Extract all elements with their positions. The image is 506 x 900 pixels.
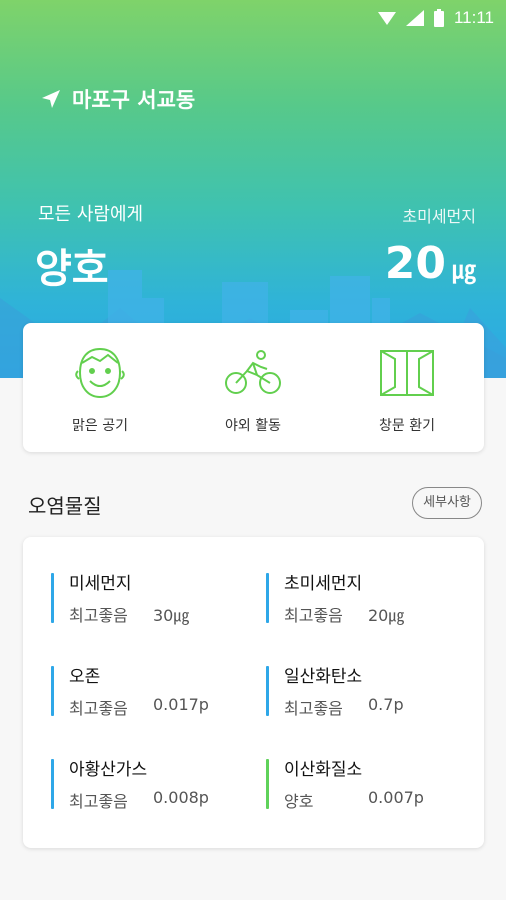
- grade-indicator-bar: [51, 573, 54, 623]
- pollutant-value: 0.017p: [153, 695, 209, 714]
- pollutant-name: 일산화탄소: [284, 667, 363, 687]
- window-icon: [380, 350, 434, 396]
- wifi-icon: [377, 12, 396, 25]
- details-button[interactable]: 세부사항: [412, 487, 482, 519]
- pollutant-item[interactable]: 이산화질소 양호 0.007p: [266, 759, 466, 815]
- pollutant-value: 0.7p: [368, 695, 404, 714]
- activity-outdoor[interactable]: 야외 활동: [193, 345, 313, 435]
- pollutant-item[interactable]: 아황산가스 최고좋음 0.008p: [51, 759, 251, 815]
- activity-label: 창문 환기: [379, 418, 435, 434]
- pollutant-value: 0.008p: [153, 788, 209, 807]
- pollutant-name: 미세먼지: [69, 574, 132, 594]
- hero-banner: 11:11 마포구 서교동 모든 사람에게 양호 초미세먼지 20 ㎍: [0, 0, 506, 378]
- bicycle-icon: [225, 350, 281, 394]
- pm25-unit: ㎍: [452, 256, 476, 284]
- grade-indicator-bar: [266, 573, 269, 623]
- battery-icon: [433, 9, 444, 27]
- grade-indicator-bar: [51, 666, 54, 716]
- activity-label: 맑은 공기: [72, 418, 128, 434]
- pollutant-name: 오존: [69, 667, 101, 687]
- pm25-value: 20 ㎍: [385, 238, 476, 289]
- activity-clean-air[interactable]: 맑은 공기: [40, 345, 160, 435]
- pm25-number: 20: [384, 238, 446, 289]
- location-arrow-icon: [42, 90, 60, 108]
- grade-indicator-bar: [266, 759, 269, 809]
- pollutant-value: 20㎍: [368, 606, 405, 625]
- activity-card: 맑은 공기 야외 활동 창문 환기: [23, 323, 484, 452]
- pollutant-name: 초미세먼지: [284, 574, 363, 594]
- pollutant-item[interactable]: 초미세먼지 최고좋음 20㎍: [266, 573, 466, 629]
- pollutant-value: 0.007p: [368, 788, 424, 807]
- pollutant-grade: 양호: [284, 792, 314, 811]
- location-name: 마포구 서교동: [72, 88, 196, 112]
- grade-indicator-bar: [51, 759, 54, 809]
- grade-indicator-bar: [266, 666, 269, 716]
- pollutants-card: 미세먼지 최고좋음 30㎍ 초미세먼지 최고좋음 20㎍ 오존 최고좋음 0.017p…: [23, 537, 484, 848]
- pollutant-name: 이산화질소: [284, 760, 363, 780]
- pollutant-item[interactable]: 미세먼지 최고좋음 30㎍: [51, 573, 251, 629]
- activity-ventilation[interactable]: 창문 환기: [347, 345, 467, 435]
- pm25-label: 초미세먼지: [402, 207, 476, 226]
- pollutant-grade: 최고좋음: [69, 792, 128, 811]
- pollutant-grade: 최고좋음: [69, 606, 128, 625]
- pollutant-name: 아황산가스: [69, 760, 148, 780]
- pollutant-item[interactable]: 일산화탄소 최고좋음 0.7p: [266, 666, 466, 722]
- pollutant-value: 30㎍: [153, 606, 190, 625]
- air-quality-message-sub: 모든 사람에게: [38, 204, 144, 225]
- activity-label: 야외 활동: [225, 418, 281, 434]
- status-bar: 11:11: [0, 0, 506, 36]
- location-selector[interactable]: 마포구 서교동: [40, 84, 195, 114]
- pollutant-grade: 최고좋음: [284, 606, 343, 625]
- smiling-face-icon: [75, 347, 125, 399]
- pollutant-item[interactable]: 오존 최고좋음 0.017p: [51, 666, 251, 722]
- pollutant-grade: 최고좋음: [69, 699, 128, 718]
- pollutant-grade: 최고좋음: [284, 699, 343, 718]
- status-time: 11:11: [453, 8, 494, 27]
- pollutants-title: 오염물질: [28, 494, 102, 518]
- air-quality-grade: 양호: [35, 246, 109, 292]
- signal-icon: [405, 10, 424, 26]
